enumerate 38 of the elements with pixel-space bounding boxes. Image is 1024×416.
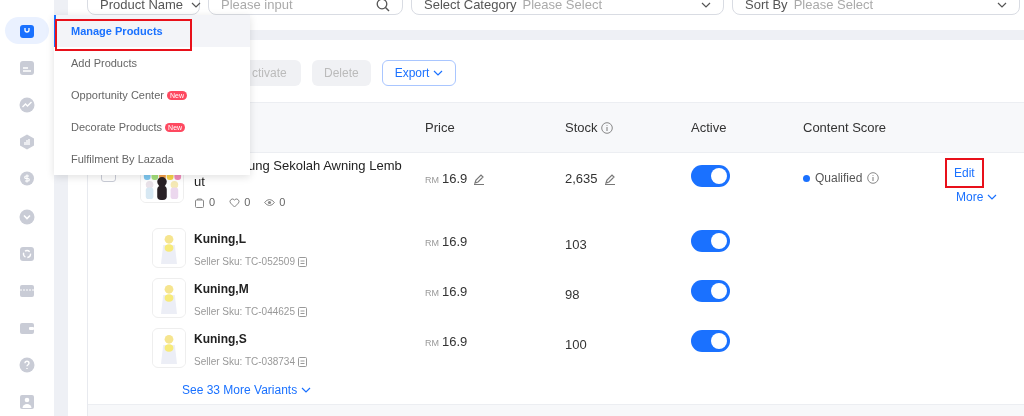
field-placeholder: Please Select [522, 0, 602, 15]
variant-name: Kuning,M [194, 281, 250, 298]
column-header: Content Score [803, 118, 887, 137]
variant-name: Kuning,L [194, 231, 247, 248]
product-title: ut [194, 174, 206, 190]
column-header: Active [691, 118, 727, 137]
select-field[interactable]: Product Name [87, 0, 200, 15]
field-placeholder: Please Select [793, 0, 874, 15]
column-header: Stock [565, 118, 598, 137]
edit-link[interactable]: Edit [945, 158, 984, 188]
stock-text: 98 [565, 287, 580, 302]
select-field[interactable]: Sort By Please Select [732, 0, 1020, 15]
toolbar-button[interactable]: Export [381, 60, 457, 86]
menu-item[interactable]: Add Products [54, 47, 250, 79]
variant-name: Kuning,S [194, 331, 248, 348]
search-field[interactable]: Please input [208, 0, 403, 15]
stat-count: 0 [209, 195, 216, 210]
stock-text: 103 [565, 237, 587, 252]
stat-count: 0 [279, 195, 286, 210]
column-header: Price [425, 118, 455, 137]
field-label: Sort By [745, 0, 788, 15]
sku-text: Seller Sku: TC-038734 [194, 355, 295, 369]
price-text: RM 16.9 [425, 333, 468, 351]
price-text: RM 16.9 [425, 233, 468, 251]
price-text: RM 16.9 [425, 283, 468, 301]
sku-text: Seller Sku: TC-052509 [194, 255, 295, 269]
menu-item[interactable]: Fulfilment By Lazada [54, 143, 250, 175]
see-more-link[interactable]: See 33 More Variants [182, 380, 312, 399]
sku-text: Seller Sku: TC-044625 [194, 305, 295, 319]
price-text: RM 16.9 [425, 170, 468, 188]
more-link[interactable]: More [945, 188, 1009, 206]
field-label: Select Category [424, 0, 517, 15]
stock-text: 2,635 [565, 170, 598, 188]
status-text: Qualified [815, 170, 863, 187]
select-field[interactable]: Select Category Please Select [411, 0, 724, 15]
field-label: Product Name [100, 0, 184, 15]
stock-text: 100 [565, 337, 587, 352]
stat-count: 0 [244, 195, 251, 210]
